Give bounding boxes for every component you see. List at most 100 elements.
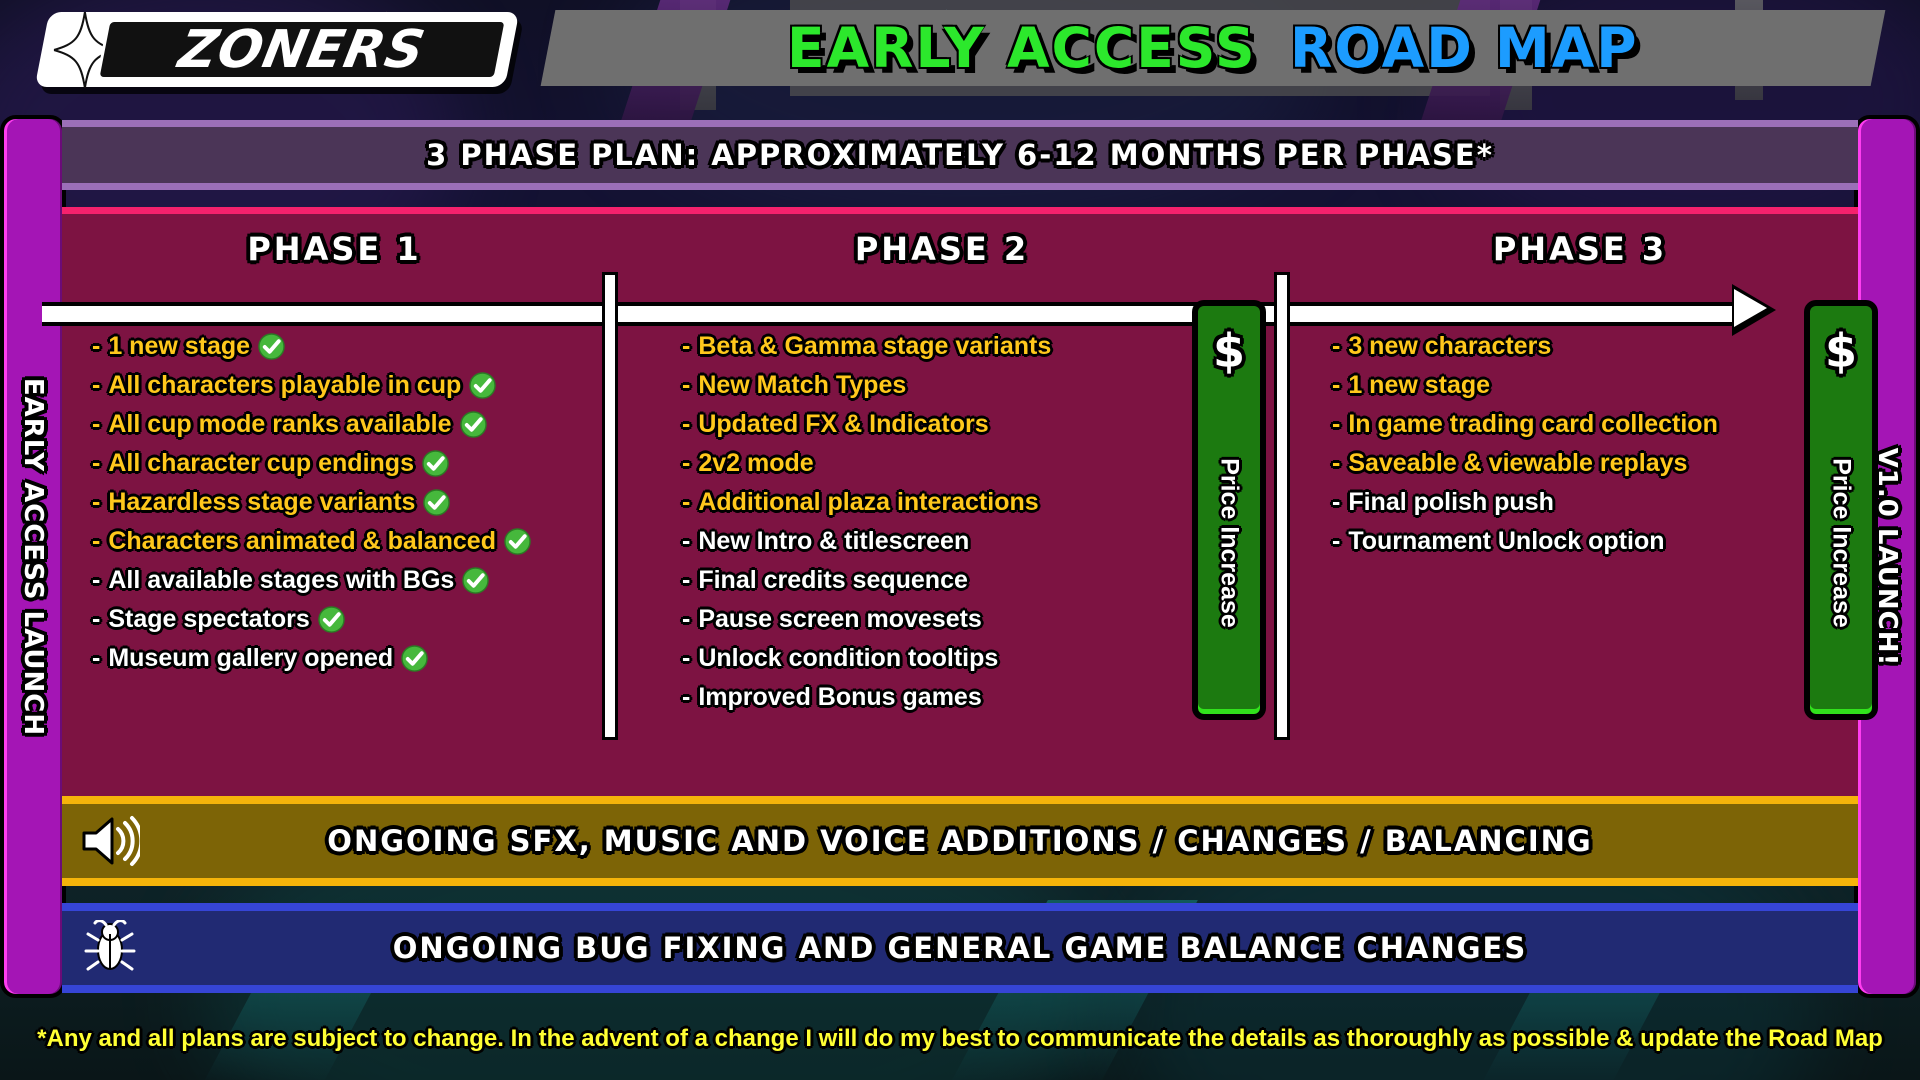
item-label: 1 new stage [1348, 371, 1491, 399]
checkmark-icon [504, 528, 531, 555]
list-item: - Beta & Gamma stage variants [682, 332, 1262, 361]
item-dash: - [682, 527, 691, 555]
bug-icon [62, 920, 158, 976]
item-label: All available stages with BGs [108, 566, 455, 594]
price-increase-bar-2: $ Price Increase [1804, 300, 1878, 720]
arrow-shaft [42, 302, 1742, 326]
phase-divider-2 [1274, 272, 1290, 740]
item-label: In game trading card collection [1348, 410, 1718, 438]
phase-2-header: PHASE 2 [622, 214, 1262, 284]
item-dash: - [92, 566, 101, 594]
logo-text: ZONERS [173, 19, 431, 80]
phase-2-title: PHASE 2 [854, 230, 1030, 268]
item-label: Hazardless stage variants [108, 488, 416, 516]
item-label: New Match Types [698, 371, 907, 399]
item-dash: - [682, 332, 691, 360]
list-item: -3 new characters [1332, 332, 1852, 361]
dollar-icon: $ [1212, 324, 1245, 378]
checkmark-icon [318, 606, 345, 633]
speaker-icon [62, 815, 158, 867]
item-dash: - [682, 566, 691, 594]
list-item: - Characters animated & balanced [92, 527, 592, 556]
ongoing-bug-text: ONGOING BUG FIXING AND GENERAL GAME BALA… [392, 931, 1528, 965]
checkmark-icon [423, 489, 451, 516]
item-label: Stage spectators [108, 605, 310, 633]
phase-divider-1 [602, 272, 618, 740]
item-label: All characters playable in cup [108, 371, 462, 399]
list-item: - All character cup endings [92, 449, 592, 478]
phase-3-header: PHASE 3 [1302, 214, 1858, 284]
item-dash: - [682, 683, 691, 711]
item-dash: - [92, 605, 101, 633]
logo-plate: ZONERS [96, 19, 508, 80]
subtitle-text: 3 PHASE PLAN: APPROXIMATELY 6-12 MONTHS … [426, 138, 1494, 172]
item-dash: - [1332, 527, 1341, 555]
checkmark-icon [462, 567, 490, 594]
item-label: All character cup endings [108, 449, 414, 477]
item-label: 1 new stage [108, 332, 251, 360]
item-dash: - [682, 410, 691, 438]
phase-2-list: - Beta & Gamma stage variants - New Match T… [682, 332, 1262, 722]
zoners-logo: ZONERS [34, 11, 520, 88]
ongoing-sfx-text: ONGOING SFX, MUSIC AND VOICE ADDITIONS /… [327, 824, 1593, 858]
page-header: ZONERS EARLY ACCESS ROAD MAP [0, 0, 1920, 100]
footer-disclaimer: *Any and all plans are subject to change… [0, 1025, 1920, 1053]
dollar-icon: $ [1824, 324, 1857, 378]
list-item: - Hazardless stage variants [92, 488, 592, 517]
list-item: - Improved Bonus games [682, 683, 1262, 712]
list-item: - Final credits sequence [682, 566, 1262, 595]
list-item: - Final polish push [1332, 488, 1852, 517]
list-item: - Unlock condition tooltips [682, 644, 1262, 673]
item-dash: - [682, 371, 691, 399]
list-item: - Additional plaza interactions [682, 488, 1262, 517]
item-label: Characters animated & balanced [108, 527, 496, 555]
item-label: Tournament Unlock option [1348, 527, 1665, 555]
item-dash: - [92, 449, 101, 477]
price-increase-bar-1: $ Price Increase [1192, 300, 1266, 720]
phase-3-list: -3 new characters -1 new stage - In game tr… [1332, 332, 1852, 566]
item-dash: - [1332, 410, 1341, 438]
item-label: Improved Bonus games [698, 683, 982, 711]
item-dash: - [682, 488, 691, 516]
phase-1-header: PHASE 1 [62, 214, 607, 284]
list-item: - All cup mode ranks available [92, 410, 592, 439]
item-dash: - [1332, 449, 1341, 477]
list-item: -2v2 mode [682, 449, 1262, 478]
phase-3-title: PHASE 3 [1492, 230, 1668, 268]
phase-1-list: -1 new stage - All characters playable in … [92, 332, 592, 683]
list-item: - All available stages with BGs [92, 566, 592, 595]
list-item: - Tournament Unlock option [1332, 527, 1852, 556]
item-label: Beta & Gamma stage variants [698, 332, 1052, 360]
footer-text: *Any and all plans are subject to change… [37, 1025, 1883, 1052]
item-label: Updated FX & Indicators [698, 410, 989, 438]
item-dash: - [682, 605, 691, 633]
phase-board: PHASE 1 PHASE 2 PHASE 3 -1 new stage - All… [42, 207, 1858, 804]
list-item: -1 new stage [1332, 371, 1852, 400]
item-dash: - [92, 527, 101, 555]
item-label: 3 new characters [1348, 332, 1552, 360]
list-item: - Pause screen movesets [682, 605, 1262, 634]
left-rail-label: EARLY ACCESS LAUNCH [18, 377, 48, 736]
list-item: -1 new stage [92, 332, 592, 361]
item-label: Final credits sequence [698, 566, 968, 594]
item-dash: - [92, 332, 101, 360]
item-label: Additional plaza interactions [698, 488, 1039, 516]
title-early-access: EARLY ACCESS [786, 16, 1257, 80]
item-label: Pause screen movesets [698, 605, 982, 633]
item-label: Saveable & viewable replays [1348, 449, 1688, 477]
item-label: Final polish push [1348, 488, 1554, 516]
list-item: - Museum gallery opened [92, 644, 592, 673]
arrow-head-fill [1734, 289, 1767, 327]
list-item: - Saveable & viewable replays [1332, 449, 1852, 478]
item-label: Unlock condition tooltips [698, 644, 999, 672]
item-label: New Intro & titlescreen [698, 527, 970, 555]
item-label: All cup mode ranks available [108, 410, 452, 438]
checkmark-icon [469, 372, 497, 399]
list-item: - In game trading card collection [1332, 410, 1852, 439]
item-dash: - [92, 488, 101, 516]
timeline-arrow [42, 284, 1832, 336]
item-dash: - [92, 371, 101, 399]
item-dash: - [682, 644, 691, 672]
price-increase-label-1: Price Increase [1215, 457, 1244, 628]
item-dash: - [92, 644, 101, 672]
